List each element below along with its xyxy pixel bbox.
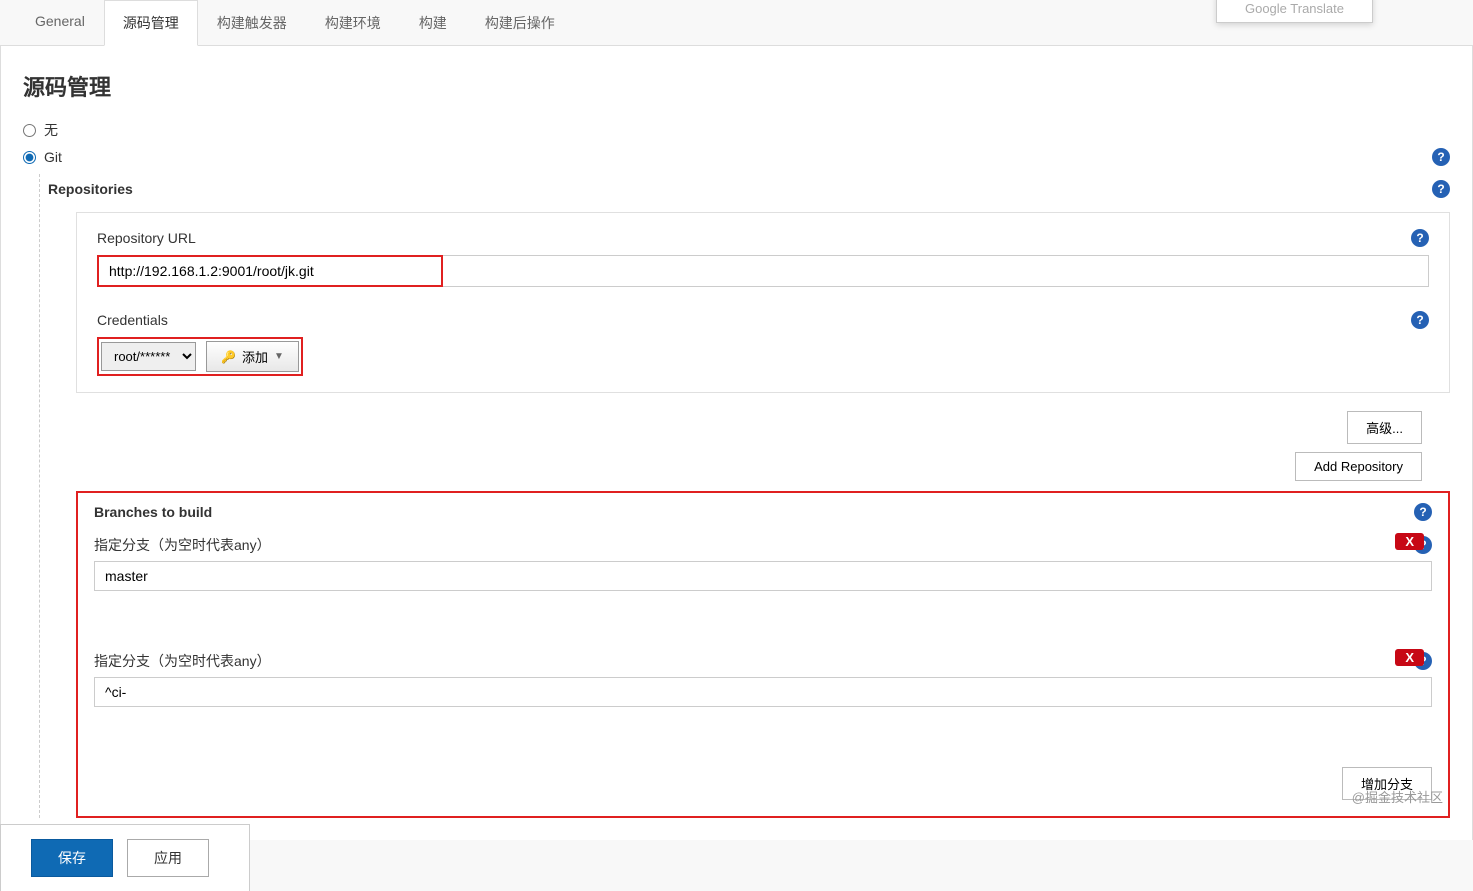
branch-input-0[interactable]	[94, 561, 1432, 591]
repositories-label-row: Repositories ?	[48, 174, 1450, 204]
help-icon[interactable]: ?	[1411, 229, 1429, 247]
help-icon[interactable]: ?	[1432, 180, 1450, 198]
repo-url-input[interactable]	[97, 255, 443, 287]
add-credentials-button[interactable]: 🔑 添加 ▼	[206, 341, 299, 372]
advanced-button[interactable]: 高级...	[1347, 411, 1422, 444]
delete-branch-button[interactable]: X	[1395, 649, 1424, 666]
scm-git-label: Git	[44, 149, 62, 165]
credentials-label-row: Credentials ?	[97, 311, 1429, 329]
branch-field-label: 指定分支（为空时代表any）	[94, 535, 271, 555]
tab-postbuild[interactable]: 构建后操作	[466, 0, 574, 45]
branch-entry-1: X 指定分支（为空时代表any） ?	[94, 651, 1432, 707]
tab-general[interactable]: General	[16, 0, 104, 45]
help-icon[interactable]: ?	[1411, 311, 1429, 329]
scm-git-row[interactable]: Git ?	[23, 148, 1450, 166]
add-repository-button[interactable]: Add Repository	[1295, 452, 1422, 481]
google-translate-flap: Google Translate	[1216, 0, 1373, 23]
chevron-down-icon: ▼	[274, 351, 284, 362]
tab-scm[interactable]: 源码管理	[104, 0, 198, 46]
bottom-action-bar: 保存 应用	[0, 824, 250, 891]
key-icon: 🔑	[221, 350, 236, 364]
repo-url-label: Repository URL	[97, 230, 196, 246]
branch-input-1[interactable]	[94, 677, 1432, 707]
repo-url-label-row: Repository URL ?	[97, 229, 1429, 247]
credentials-select[interactable]: root/******	[101, 342, 196, 371]
scm-none-row[interactable]: 无	[23, 120, 1450, 140]
branch-field-label: 指定分支（为空时代表any）	[94, 651, 271, 671]
git-settings: Repositories ? Repository URL ? Credenti…	[39, 174, 1450, 818]
repo-url-input-ext[interactable]	[443, 255, 1429, 287]
tab-triggers[interactable]: 构建触发器	[198, 0, 306, 45]
add-credentials-label: 添加	[242, 347, 268, 366]
save-button[interactable]: 保存	[31, 839, 113, 877]
scm-none-label: 无	[44, 120, 58, 140]
scm-git-radio[interactable]	[23, 151, 36, 164]
content-area: 源码管理 无 Git ? Repositories ? Repository U…	[0, 46, 1473, 840]
branches-label: Branches to build	[94, 504, 212, 520]
watermark: @掘金技术社区	[1352, 787, 1443, 806]
repo-buttons: 高级... Add Repository	[48, 411, 1422, 481]
scm-none-radio[interactable]	[23, 124, 36, 137]
tab-build[interactable]: 构建	[400, 0, 466, 45]
branch-entry-0: X 指定分支（为空时代表any） ?	[94, 535, 1432, 591]
help-icon[interactable]: ?	[1414, 503, 1432, 521]
apply-button[interactable]: 应用	[127, 839, 209, 877]
repository-group: Repository URL ? Credentials ? root/****…	[76, 212, 1450, 393]
section-title: 源码管理	[23, 60, 1450, 112]
tab-environment[interactable]: 构建环境	[306, 0, 400, 45]
credentials-label: Credentials	[97, 312, 168, 328]
help-icon[interactable]: ?	[1432, 148, 1450, 166]
repositories-label: Repositories	[48, 181, 133, 197]
delete-branch-button[interactable]: X	[1395, 533, 1424, 550]
credentials-row: root/****** 🔑 添加 ▼	[97, 337, 303, 376]
branches-to-build: Branches to build ? X 指定分支（为空时代表any） ? X…	[76, 491, 1450, 818]
